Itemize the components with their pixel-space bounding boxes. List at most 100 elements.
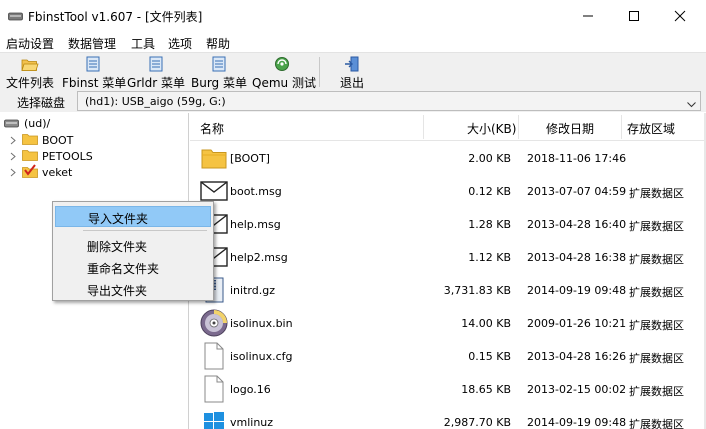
maximize-button[interactable] bbox=[611, 0, 657, 32]
file-size: 2.00 KB bbox=[468, 152, 511, 165]
qemu-test-label: Qemu 测试 bbox=[252, 76, 316, 90]
window-title: FbinstTool v1.607 - [文件列表] bbox=[28, 10, 203, 24]
column-name[interactable]: 名称 bbox=[200, 120, 224, 137]
file-name: isolinux.bin bbox=[230, 317, 293, 330]
file-area: 扩展数据区 bbox=[629, 418, 684, 429]
file-icon bbox=[198, 341, 230, 371]
file-area: 扩展数据区 bbox=[629, 220, 684, 233]
file-list-label: 文件列表 bbox=[5, 76, 54, 90]
column-header: 名称 大小(KB) 修改日期 存放区域 bbox=[190, 113, 704, 141]
menu-data-management[interactable]: 数据管理 bbox=[68, 35, 116, 52]
fbinst-menu-button[interactable]: Fbinst 菜单 bbox=[62, 55, 126, 90]
file-area: 扩展数据区 bbox=[629, 253, 684, 266]
file-size: 1.28 KB bbox=[468, 218, 511, 231]
file-row[interactable]: isolinux.bin 14.00 KB 2009-01-26 10:21 扩… bbox=[190, 306, 704, 339]
file-icon bbox=[198, 374, 230, 404]
file-row[interactable]: isolinux.cfg 0.15 KB 2013-04-28 16:26 扩展… bbox=[190, 339, 704, 372]
folder-icon bbox=[198, 143, 230, 173]
file-area: 扩展数据区 bbox=[629, 286, 684, 299]
disk-bar: 选择磁盘 (hd1): USB_aigo (59g, G:) bbox=[0, 90, 706, 112]
column-area[interactable]: 存放区域 bbox=[627, 120, 675, 137]
context-menu: 导入文件夹 删除文件夹 重命名文件夹 导出文件夹 bbox=[52, 201, 214, 301]
import-folder-label: 导入文件夹 bbox=[88, 212, 149, 226]
delete-folder-item[interactable]: 删除文件夹 bbox=[55, 235, 211, 256]
file-date: 2013-04-28 16:40 bbox=[527, 218, 627, 231]
file-name: [BOOT] bbox=[230, 152, 270, 165]
menu-options[interactable]: 选项 bbox=[168, 35, 192, 52]
qemu-globe-icon bbox=[275, 57, 289, 71]
menu-separator bbox=[83, 230, 207, 231]
open-folder-icon bbox=[21, 59, 39, 71]
tree-node-veket[interactable]: veket bbox=[8, 163, 73, 181]
drive-icon bbox=[4, 119, 19, 128]
chevron-right-icon[interactable] bbox=[8, 135, 18, 145]
file-row[interactable]: initrd.gz 3,731.83 KB 2014-09-19 09:48 扩… bbox=[190, 273, 704, 306]
file-row[interactable]: boot.msg 0.12 KB 2013-07-07 04:59 扩展数据区 bbox=[190, 174, 704, 207]
file-date: 2013-02-15 00:02 bbox=[527, 383, 627, 396]
tree-node-label: veket bbox=[42, 165, 73, 179]
burg-menu-button[interactable]: Burg 菜单 bbox=[190, 55, 248, 90]
file-row[interactable]: vmlinuz 2,987.70 KB 2014-09-19 09:48 扩展数… bbox=[190, 405, 704, 429]
exit-door-icon bbox=[345, 56, 359, 72]
document-list-icon bbox=[212, 56, 226, 72]
tree-root-label: (ud)/ bbox=[24, 117, 51, 130]
import-folder-item[interactable]: 导入文件夹 bbox=[55, 206, 211, 227]
menu-tools[interactable]: 工具 bbox=[131, 35, 155, 52]
tree-root[interactable]: (ud)/ bbox=[4, 117, 50, 130]
grldr-menu-label: Grldr 菜单 bbox=[127, 76, 185, 90]
file-name: help.msg bbox=[230, 218, 281, 231]
file-date: 2013-04-28 16:26 bbox=[527, 350, 627, 363]
checked-folder-icon bbox=[22, 163, 38, 181]
rename-folder-item[interactable]: 重命名文件夹 bbox=[55, 257, 211, 278]
file-date: 2014-09-19 09:48 bbox=[527, 416, 627, 429]
file-size: 2,987.70 KB bbox=[443, 416, 511, 429]
file-name: logo.16 bbox=[230, 383, 271, 396]
tree-node-label: PETOOLS bbox=[42, 149, 93, 163]
file-row[interactable]: [BOOT] 2.00 KB 2018-11-06 17:46 bbox=[190, 141, 704, 174]
file-size: 14.00 KB bbox=[461, 317, 511, 330]
minimize-button[interactable] bbox=[565, 0, 611, 32]
file-date: 2018-11-06 17:46 bbox=[527, 152, 627, 165]
menu-help[interactable]: 帮助 bbox=[206, 35, 230, 52]
exit-button[interactable]: 退出 bbox=[330, 55, 374, 90]
file-name: initrd.gz bbox=[230, 284, 275, 297]
tree-node-petools[interactable]: PETOOLS bbox=[8, 148, 93, 164]
file-size: 18.65 KB bbox=[461, 383, 511, 396]
file-list-button[interactable]: 文件列表 bbox=[4, 55, 56, 90]
chevron-right-icon[interactable] bbox=[8, 167, 18, 177]
grldr-menu-button[interactable]: Grldr 菜单 bbox=[127, 55, 185, 90]
document-list-icon bbox=[86, 56, 100, 72]
file-date: 2009-01-26 10:21 bbox=[527, 317, 627, 330]
column-divider[interactable] bbox=[423, 115, 424, 139]
column-divider[interactable] bbox=[518, 115, 519, 139]
chevron-right-icon[interactable] bbox=[8, 151, 18, 161]
tree-node-boot[interactable]: BOOT bbox=[8, 132, 73, 148]
file-row[interactable]: logo.16 18.65 KB 2013-02-15 00:02 扩展数据区 bbox=[190, 372, 704, 405]
rename-folder-label: 重命名文件夹 bbox=[87, 262, 160, 276]
column-divider[interactable] bbox=[621, 115, 622, 139]
disk-select[interactable]: (hd1): USB_aigo (59g, G:) bbox=[77, 91, 701, 111]
export-folder-item[interactable]: 导出文件夹 bbox=[55, 279, 211, 300]
file-name: help2.msg bbox=[230, 251, 288, 264]
menu-boot-settings[interactable]: 启动设置 bbox=[6, 35, 54, 52]
column-size[interactable]: 大小(KB) bbox=[467, 120, 516, 137]
file-area: 扩展数据区 bbox=[629, 385, 684, 398]
folder-icon bbox=[22, 133, 38, 148]
file-area: 扩展数据区 bbox=[629, 187, 684, 200]
file-date: 2013-04-28 16:38 bbox=[527, 251, 627, 264]
file-row[interactable]: help2.msg 1.12 KB 2013-04-28 16:38 扩展数据区 bbox=[190, 240, 704, 273]
menu-bar: 启动设置 数据管理 工具 选项 帮助 bbox=[0, 32, 706, 52]
burg-menu-label: Burg 菜单 bbox=[191, 76, 247, 90]
qemu-test-button[interactable]: Qemu 测试 bbox=[252, 55, 316, 90]
disk-select-label: 选择磁盘 bbox=[17, 96, 66, 110]
file-row[interactable]: help.msg 1.28 KB 2013-04-28 16:40 扩展数据区 bbox=[190, 207, 704, 240]
folder-icon bbox=[22, 149, 38, 164]
file-date: 2013-07-07 04:59 bbox=[527, 185, 627, 198]
column-date[interactable]: 修改日期 bbox=[546, 120, 594, 137]
file-size: 0.12 KB bbox=[468, 185, 511, 198]
file-list[interactable]: 名称 大小(KB) 修改日期 存放区域 [BOOT] 2.00 KB 2018-… bbox=[190, 113, 704, 429]
toolbar-separator bbox=[319, 57, 320, 87]
file-area: 扩展数据区 bbox=[629, 352, 684, 365]
close-button[interactable] bbox=[657, 0, 703, 32]
file-size: 0.15 KB bbox=[468, 350, 511, 363]
